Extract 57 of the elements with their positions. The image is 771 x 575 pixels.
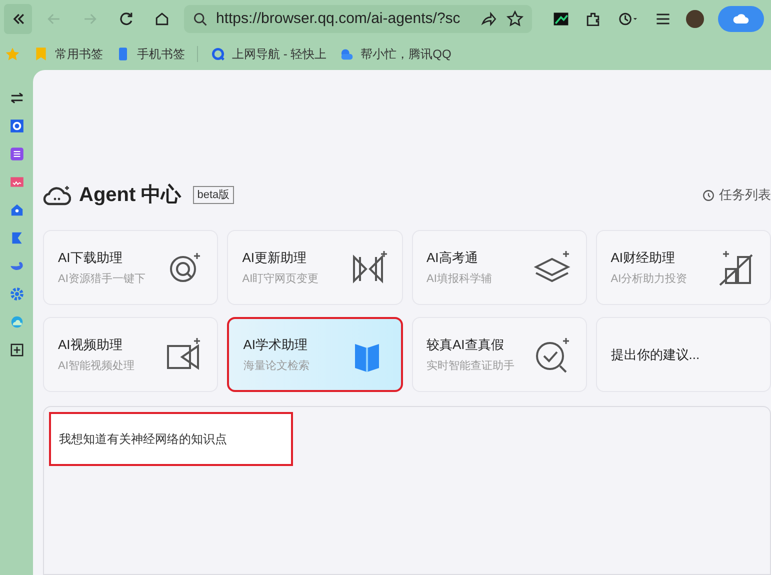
home-icon (153, 10, 171, 28)
card-subtitle: AI填报科学辅 (426, 272, 492, 286)
card-title: AI下载助理 (58, 249, 124, 267)
card-subtitle: AI智能视频处理 (58, 358, 134, 374)
bookmark-link[interactable]: 上网导航 - 轻快上 (232, 45, 327, 63)
card-subtitle: 海量论文检索 (243, 358, 310, 374)
search-icon (192, 11, 208, 27)
house-icon[interactable] (8, 202, 24, 218)
card-title: AI财经助理 (610, 249, 676, 267)
cloud-button[interactable] (718, 6, 764, 32)
extension-icon[interactable] (584, 10, 602, 28)
card-title: AI更新助理 (242, 249, 308, 267)
card-title: AI视频助理 (58, 336, 124, 354)
beta-badge: beta版 (193, 186, 234, 204)
settings-icon[interactable] (8, 286, 24, 302)
collapse-button[interactable] (4, 4, 32, 34)
prompt-input[interactable]: 我想知道有关神经网络的知识点 (49, 412, 293, 466)
chart-icon[interactable] (552, 10, 570, 28)
add-icon[interactable] (8, 342, 24, 358)
assistant-card[interactable]: AI视频助理 AI智能视频处理 (43, 317, 218, 392)
card-subtitle: AI盯守网页变更 (242, 272, 319, 286)
star-icon[interactable] (506, 10, 524, 28)
video-icon[interactable] (8, 174, 24, 190)
share-icon[interactable] (480, 10, 498, 28)
url-text: https://browser.qq.com/ai-agents/?sc (216, 8, 462, 29)
bookmark-link[interactable]: 常用书签 (55, 45, 103, 63)
bookmark-link[interactable]: 手机书签 (137, 45, 185, 63)
swap-icon[interactable] (8, 90, 24, 106)
page-title: Agent 中心 (79, 182, 182, 208)
assistant-card[interactable]: AI更新助理 AI盯守网页变更 (227, 230, 402, 305)
card-subtitle: 实时智能查证助手 (426, 358, 514, 374)
task-list-link[interactable]: 任务列表 (719, 185, 771, 205)
document-icon[interactable] (8, 146, 24, 162)
assistant-card[interactable]: AI学术助理 海量论文检索 (227, 317, 402, 392)
check-search-icon (534, 336, 572, 374)
assistant-card[interactable]: 较真AI查真假 实时智能查证助手 (412, 317, 587, 392)
q-icon (210, 46, 226, 62)
cloud-logo-icon (43, 183, 71, 207)
bookmark-link[interactable]: 帮小忙，腾讯QQ (360, 45, 452, 63)
card-subtitle: AI分析助力投资 (610, 272, 688, 286)
address-bar[interactable]: https://browser.qq.com/ai-agents/?sc (184, 5, 532, 33)
clock-icon (702, 188, 715, 202)
assistant-card[interactable]: AI下载助理 AI资源猎手一键下 (43, 230, 218, 305)
assistant-card[interactable]: AI财经助理 AI分析助力投资 (596, 230, 771, 305)
q-icon[interactable] (8, 118, 24, 134)
reload-icon (117, 10, 135, 28)
card-title: AI高考通 (426, 249, 479, 267)
card-title: AI学术助理 (243, 336, 309, 354)
cloud-icon (338, 46, 355, 62)
assistant-card[interactable]: AI高考通 AI填报科学辅 (412, 230, 587, 305)
card-subtitle: AI资源猎手一键下 (58, 272, 146, 286)
suggestion-card[interactable]: 提出你的建议... (596, 317, 771, 392)
bookmark-icon (33, 46, 49, 62)
card-title: 较真AI查真假 (426, 336, 505, 354)
avatar[interactable] (686, 10, 704, 28)
star-icon[interactable] (4, 46, 21, 62)
history-icon[interactable] (616, 10, 640, 28)
